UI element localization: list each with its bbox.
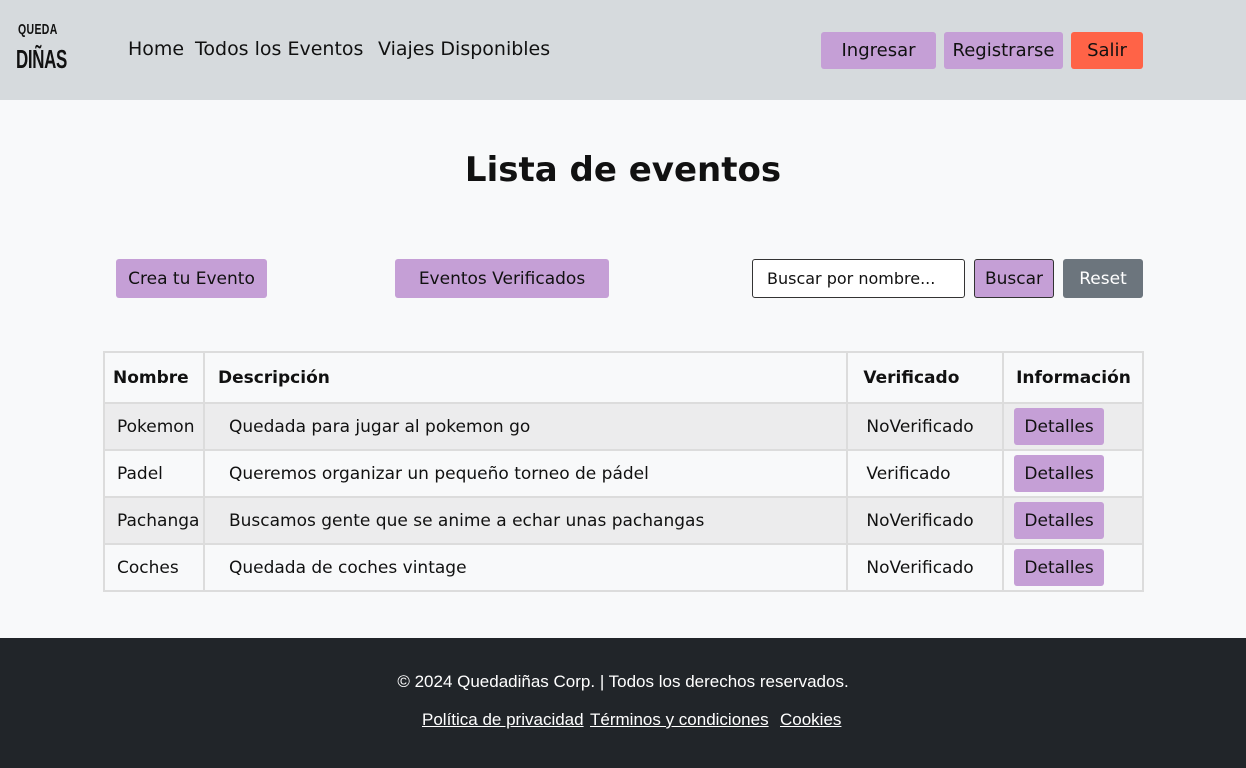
details-button[interactable]: Detalles	[1014, 549, 1105, 586]
event-name: Padel	[103, 449, 205, 498]
event-description: Quedada para jugar al pokemon go	[202, 402, 849, 451]
details-button[interactable]: Detalles	[1014, 502, 1105, 539]
details-button[interactable]: Detalles	[1014, 408, 1105, 445]
create-event-button[interactable]: Crea tu Evento	[116, 259, 267, 298]
search-input[interactable]	[752, 259, 965, 298]
event-info-cell: Detalles	[1002, 449, 1144, 498]
search-button[interactable]: Buscar	[974, 259, 1054, 298]
event-description: Queremos organizar un pequeño torneo de …	[202, 449, 849, 498]
event-name: Coches	[103, 543, 205, 592]
event-description: Buscamos gente que se anime a echar unas…	[202, 496, 849, 545]
column-header-verified: Verificado	[846, 351, 1005, 404]
event-description: Quedada de coches vintage	[202, 543, 849, 592]
events-table: Nombre Descripción Verificado Informació…	[103, 351, 1144, 592]
nav-all-events-link[interactable]: Todos los Eventos	[195, 38, 363, 60]
event-verified-status: NoVerificado	[846, 402, 1005, 451]
table-row: Pokemon Quedada para jugar al pokemon go…	[103, 402, 1144, 451]
table-header-row: Nombre Descripción Verificado Informació…	[103, 351, 1144, 404]
event-verified-status: Verificado	[846, 449, 1005, 498]
table-row: Coches Quedada de coches vintage NoVerif…	[103, 543, 1144, 592]
event-info-cell: Detalles	[1002, 543, 1144, 592]
top-navbar: QUEDA DIÑAS Home Todos los Eventos Viaje…	[0, 0, 1246, 100]
privacy-policy-link[interactable]: Política de privacidad	[422, 710, 584, 730]
event-verified-status: NoVerificado	[846, 543, 1005, 592]
logout-button[interactable]: Salir	[1071, 32, 1143, 69]
event-info-cell: Detalles	[1002, 496, 1144, 545]
page-title: Lista de eventos	[464, 150, 782, 190]
register-button[interactable]: Registrarse	[944, 32, 1063, 69]
table-row: Pachanga Buscamos gente que se anime a e…	[103, 496, 1144, 545]
table-row: Padel Queremos organizar un pequeño torn…	[103, 449, 1144, 498]
login-button[interactable]: Ingresar	[821, 32, 936, 69]
logo-text-top: QUEDA	[18, 21, 58, 38]
copyright-text: © 2024 Quedadiñas Corp. | Todos los dere…	[397, 672, 849, 691]
column-header-name: Nombre	[103, 351, 205, 404]
nav-trips-link[interactable]: Viajes Disponibles	[378, 38, 550, 60]
reset-button[interactable]: Reset	[1063, 259, 1143, 298]
verified-events-button[interactable]: Eventos Verificados	[395, 259, 609, 298]
column-header-info: Información	[1002, 351, 1144, 404]
footer: © 2024 Quedadiñas Corp. | Todos los dere…	[0, 638, 1246, 768]
details-button[interactable]: Detalles	[1014, 455, 1105, 492]
brand-logo[interactable]: QUEDA DIÑAS	[16, 20, 67, 78]
event-verified-status: NoVerificado	[846, 496, 1005, 545]
event-name: Pokemon	[103, 402, 205, 451]
terms-link[interactable]: Términos y condiciones	[590, 710, 769, 730]
column-header-description: Descripción	[202, 351, 849, 404]
event-name: Pachanga	[103, 496, 205, 545]
event-info-cell: Detalles	[1002, 402, 1144, 451]
logo-text-bottom: DIÑAS	[16, 44, 67, 74]
cookies-link[interactable]: Cookies	[780, 710, 841, 730]
nav-home-link[interactable]: Home	[128, 38, 184, 60]
